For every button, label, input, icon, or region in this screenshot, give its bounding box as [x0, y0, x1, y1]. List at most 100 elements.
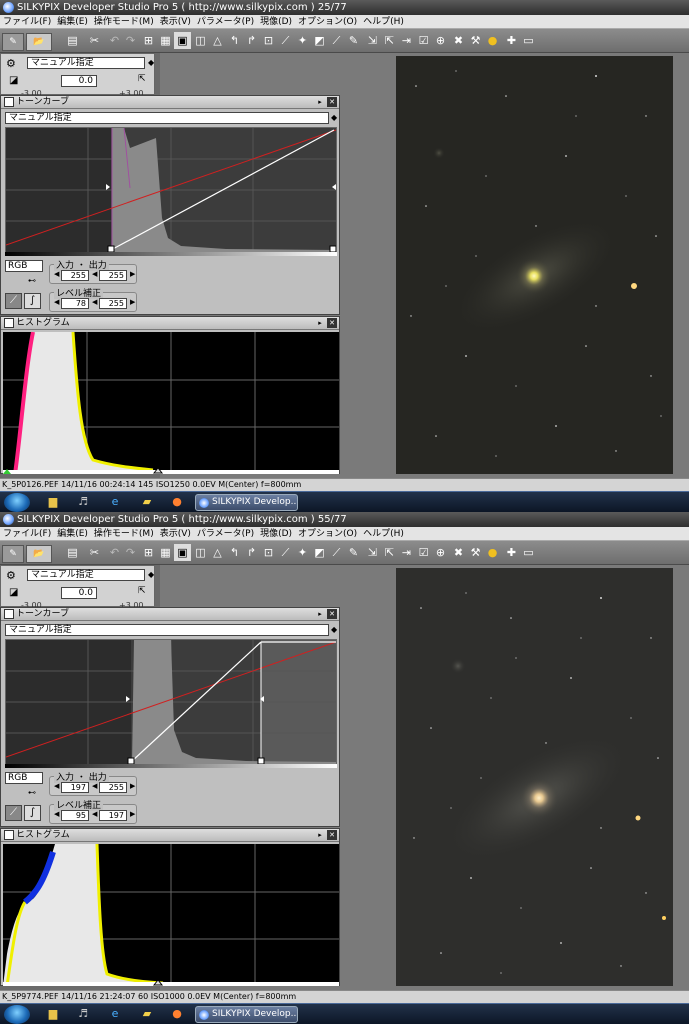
develop-icon[interactable]: ⇲ — [364, 32, 381, 49]
menu-mode[interactable]: 操作モード(M) — [91, 527, 157, 540]
rotate-right-icon[interactable]: ↱ — [243, 32, 260, 49]
output-spin-icon[interactable]: ◀ — [92, 782, 97, 790]
trash-icon[interactable]: ✖ — [450, 32, 467, 49]
curve-mode-button[interactable]: ∫ — [24, 805, 41, 821]
level-low-value[interactable]: 78 — [61, 298, 89, 309]
crop-icon[interactable]: ⊡ — [260, 32, 277, 49]
level-low-spin-icon[interactable]: ◀ — [54, 298, 59, 306]
menu-file[interactable]: ファイル(F) — [0, 15, 54, 28]
exposure-value-input[interactable]: 0.0 — [61, 587, 97, 599]
tone-curve-graph[interactable] — [5, 127, 337, 253]
monitor-icon[interactable]: ▭ — [520, 32, 537, 49]
close-icon[interactable]: ✕ — [327, 609, 337, 619]
level-low-value[interactable]: 95 — [61, 810, 89, 821]
tag-icon[interactable]: ⊕ — [432, 544, 449, 561]
level-high-value[interactable]: 197 — [99, 810, 127, 821]
panel-menu-icon[interactable]: ▸ — [315, 609, 325, 619]
rotate-right-icon[interactable]: ↱ — [243, 544, 260, 561]
spot-icon[interactable]: ✦ — [294, 32, 311, 49]
menu-option[interactable]: オプション(O) — [295, 15, 360, 28]
menu-help[interactable]: ヘルプ(H) — [360, 15, 407, 28]
curve-mode-button[interactable]: ∫ — [24, 293, 41, 309]
channel-select[interactable]: RGB — [5, 772, 43, 784]
firefox-icon[interactable]: ● — [170, 1007, 184, 1021]
level-high-spin-icon[interactable]: ◀ — [92, 810, 97, 818]
plugin-icon[interactable]: ✚ — [503, 32, 520, 49]
grid-icon[interactable]: ⊞ — [140, 544, 157, 561]
batch-icon[interactable]: ⇱ — [381, 32, 398, 49]
thumbnail-icon[interactable]: ▦ — [157, 32, 174, 49]
compare-icon[interactable]: ◫ — [192, 544, 209, 561]
panel-menu-icon[interactable]: ▸ — [315, 318, 325, 328]
redo-icon[interactable]: ↷ — [122, 32, 139, 49]
rotate-left-icon[interactable]: ↰ — [226, 544, 243, 561]
level-high-value[interactable]: 255 — [99, 298, 127, 309]
close-icon[interactable]: ✕ — [327, 97, 337, 107]
paste-icon[interactable]: ✂ — [86, 544, 103, 561]
folder-tab[interactable]: 📂 — [26, 33, 52, 51]
output-spin-right-icon[interactable]: ▶ — [130, 782, 135, 790]
sun-icon[interactable]: ● — [484, 544, 501, 561]
straighten-icon[interactable]: ⟋ — [277, 544, 294, 561]
tool-icon[interactable]: ⚒ — [467, 544, 484, 561]
develop-icon[interactable]: ⇲ — [364, 544, 381, 561]
close-icon[interactable]: ✕ — [327, 830, 337, 840]
brush-icon[interactable]: ⟋ — [328, 544, 345, 561]
diamond-icon[interactable]: ◆ — [331, 625, 337, 634]
menu-develop[interactable]: 現像(D) — [257, 15, 295, 28]
control-tab[interactable]: ✎ — [2, 545, 24, 563]
ie-icon[interactable]: e — [108, 495, 122, 509]
close-icon[interactable]: ✕ — [327, 318, 337, 328]
check-icon[interactable]: ☑ — [415, 32, 432, 49]
menu-view[interactable]: 表示(V) — [157, 527, 194, 540]
input-value[interactable]: 255 — [61, 270, 89, 281]
channel-select[interactable]: RGB — [5, 260, 43, 272]
exposure-mode-select[interactable]: マニュアル指定 — [27, 569, 145, 581]
explorer-icon[interactable]: ▆ — [46, 1007, 60, 1021]
thumbnail-icon[interactable]: ▦ — [157, 544, 174, 561]
exposure-value-input[interactable]: 0.0 — [61, 75, 97, 87]
spot-icon[interactable]: ✦ — [294, 544, 311, 561]
tone-curve-svg[interactable] — [6, 128, 336, 252]
brush-icon[interactable]: ⟋ — [328, 32, 345, 49]
photo-preview[interactable] — [396, 568, 673, 986]
output-spin-icon[interactable]: ◀ — [92, 270, 97, 278]
diamond-icon[interactable]: ◆ — [148, 570, 154, 579]
explorer-icon[interactable]: ▆ — [46, 495, 60, 509]
level-low-spin-icon[interactable]: ◀ — [54, 810, 59, 818]
level-high-spin-right-icon[interactable]: ▶ — [130, 298, 135, 306]
folder-icon[interactable]: ▰ — [140, 1007, 154, 1021]
taskbar-silkypix-button[interactable]: SILKYPIX Develop... — [195, 1006, 298, 1023]
menu-file[interactable]: ファイル(F) — [0, 527, 54, 540]
batch-icon[interactable]: ⇱ — [381, 544, 398, 561]
level-high-spin-icon[interactable]: ◀ — [92, 298, 97, 306]
tag-icon[interactable]: ⊕ — [432, 32, 449, 49]
menu-mode[interactable]: 操作モード(M) — [91, 15, 157, 28]
warning-icon[interactable]: △ — [209, 32, 226, 49]
straighten-icon[interactable]: ⟋ — [277, 32, 294, 49]
single-view-icon[interactable]: ▣ — [174, 32, 191, 49]
firefox-icon[interactable]: ● — [170, 495, 184, 509]
gear-icon[interactable]: ⚙ — [6, 57, 16, 70]
taskbar-silkypix-button[interactable]: SILKYPIX Develop... — [195, 494, 298, 511]
folder-tab[interactable]: 📂 — [26, 545, 52, 563]
tool-icon[interactable]: ⚒ — [467, 32, 484, 49]
folder-open-icon[interactable]: ▤ — [64, 544, 81, 561]
menu-view[interactable]: 表示(V) — [157, 15, 194, 28]
exposure-mode-select[interactable]: マニュアル指定 — [27, 57, 145, 69]
rotate-left-icon[interactable]: ↰ — [226, 32, 243, 49]
undo-icon[interactable]: ↶ — [106, 32, 123, 49]
warning-icon[interactable]: △ — [209, 544, 226, 561]
monitor-icon[interactable]: ▭ — [520, 544, 537, 561]
wb-dropper-icon[interactable]: ◩ — [311, 544, 328, 561]
link-icon[interactable]: ⊷ — [28, 276, 36, 285]
diamond-icon[interactable]: ◆ — [148, 58, 154, 67]
export-icon[interactable]: ⇥ — [398, 32, 415, 49]
windows-start-icon[interactable] — [4, 1005, 30, 1024]
output-spin-right-icon[interactable]: ▶ — [130, 270, 135, 278]
menu-parameter[interactable]: パラメータ(P) — [194, 527, 257, 540]
menu-develop[interactable]: 現像(D) — [257, 527, 295, 540]
media-icon[interactable]: ♬ — [76, 1007, 90, 1021]
tone-mode-select[interactable]: マニュアル指定 — [5, 624, 329, 636]
panel-menu-icon[interactable]: ▸ — [315, 97, 325, 107]
